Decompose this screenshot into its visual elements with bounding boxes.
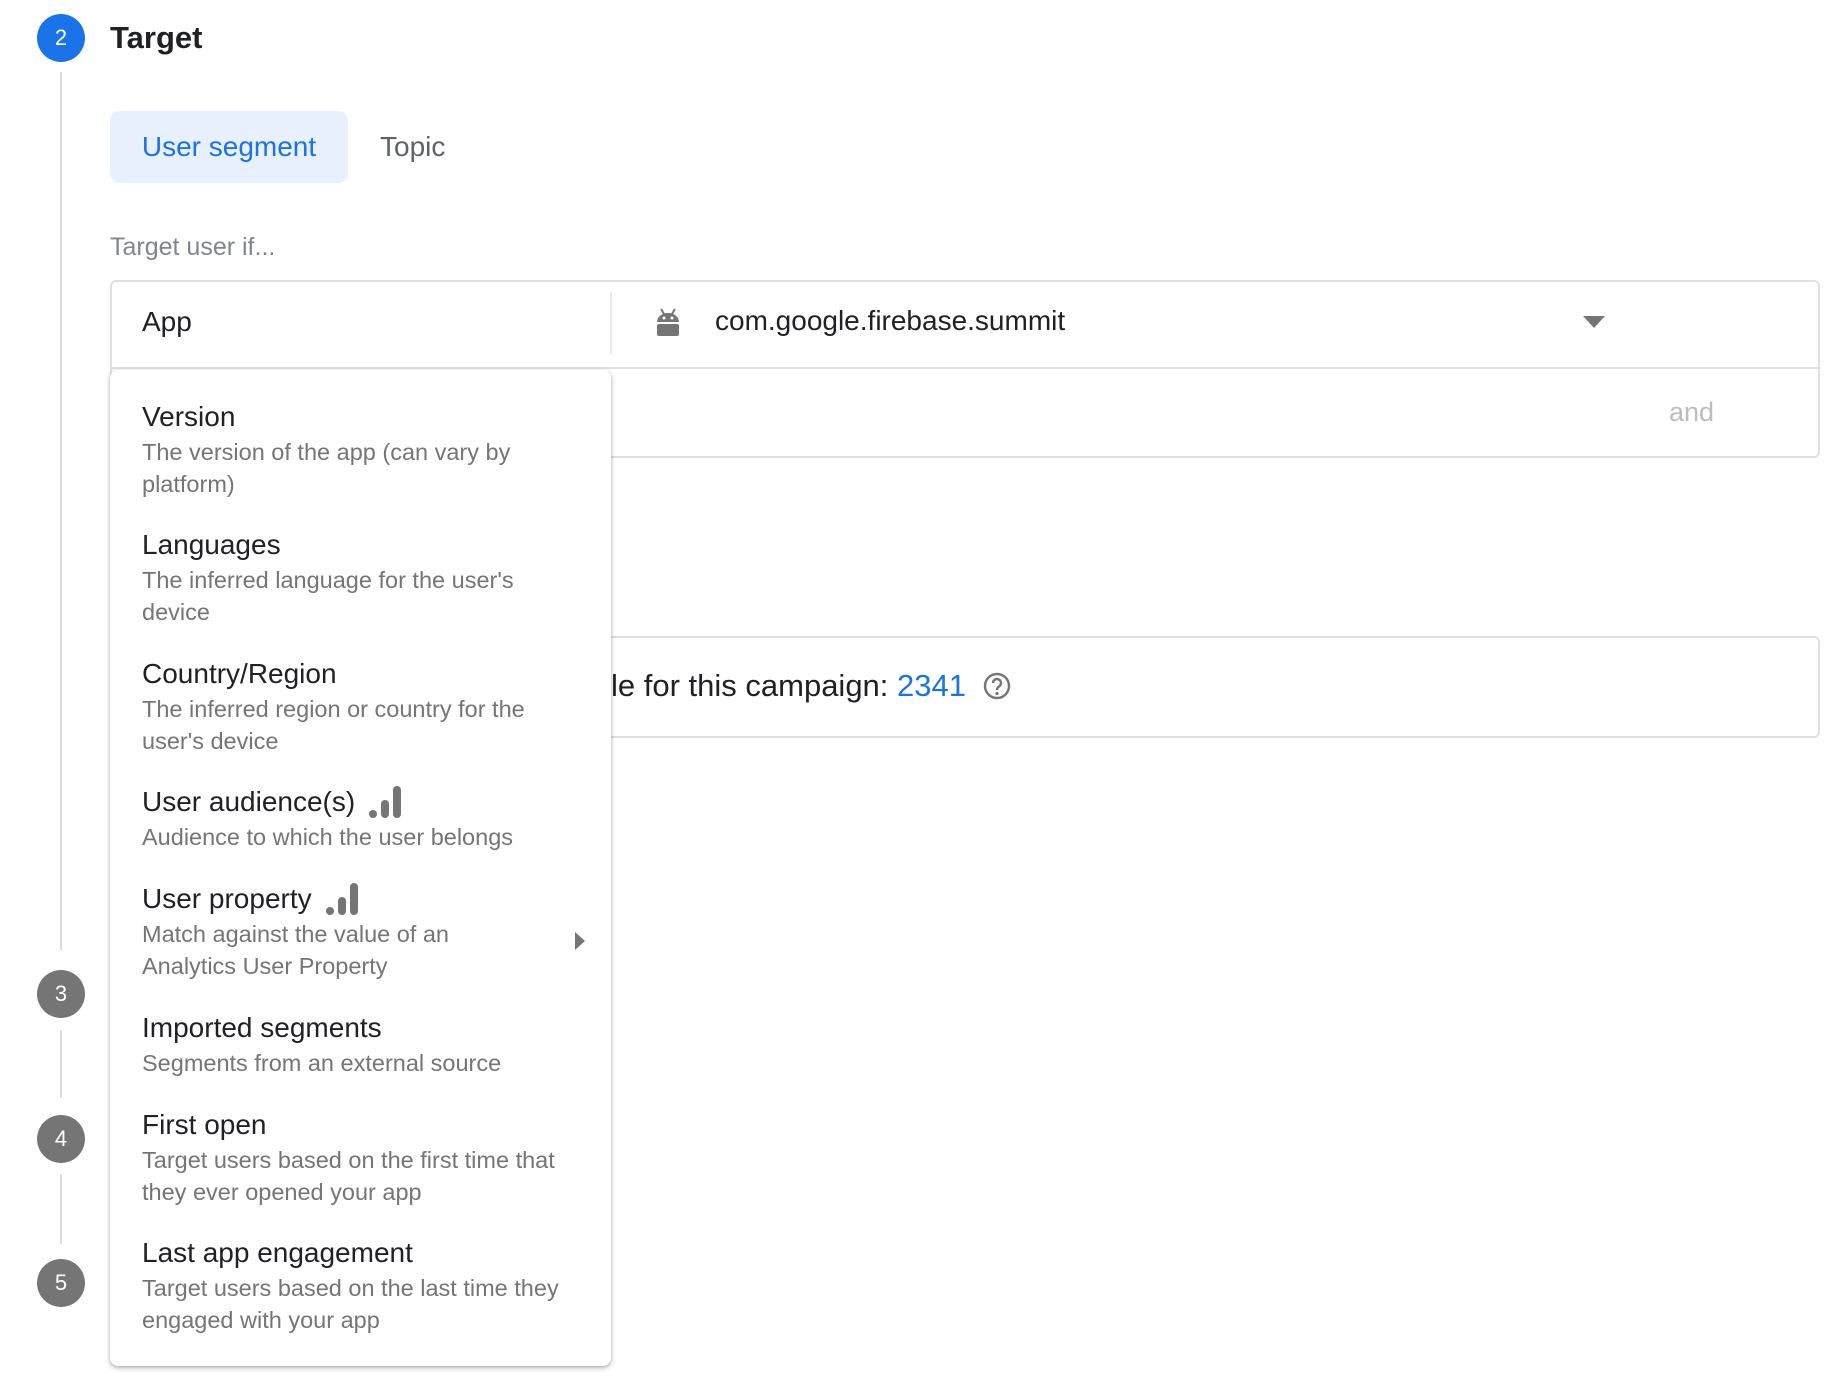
android-icon <box>657 308 679 336</box>
chevron-down-icon[interactable] <box>1583 316 1605 328</box>
menu-item-title: User audience(s) <box>142 785 582 819</box>
menu-item-description: Segments from an external source <box>142 1050 502 1076</box>
tab-user-segment[interactable]: User segment <box>110 111 348 183</box>
menu-item-title: User property <box>142 882 582 916</box>
menu-item-title: First open <box>142 1109 267 1140</box>
menu-item-languages[interactable]: Languages The inferred language for the … <box>142 528 582 628</box>
menu-item-description: Match against the value of an Analytics … <box>142 921 450 979</box>
menu-item-title: Version <box>142 401 236 432</box>
menu-item-title: Country/Region <box>142 658 337 689</box>
menu-item-title: Languages <box>142 529 281 560</box>
menu-item-first-open[interactable]: First open Target users based on the fir… <box>142 1108 582 1208</box>
divider <box>110 367 1820 369</box>
condition-type-menu: Version The version of the app (can vary… <box>110 370 611 1366</box>
stepper-line <box>60 1030 62 1098</box>
menu-item-title: Last app engagement <box>142 1237 413 1268</box>
tab-topic[interactable]: Topic <box>360 111 465 183</box>
chevron-right-icon <box>575 932 585 950</box>
menu-item-description: Target users based on the first time tha… <box>142 1147 555 1205</box>
app-select[interactable]: com.google.firebase.summit <box>715 305 1065 337</box>
menu-item-country-region[interactable]: Country/Region The inferred region or co… <box>142 657 582 757</box>
step-4-indicator[interactable]: 4 <box>37 1115 85 1163</box>
divider <box>610 292 612 354</box>
menu-item-version[interactable]: Version The version of the app (can vary… <box>142 400 582 500</box>
step-2-indicator: 2 <box>37 14 85 62</box>
step-5-indicator[interactable]: 5 <box>37 1259 85 1307</box>
section-title: Target <box>110 20 203 55</box>
analytics-icon <box>369 786 402 818</box>
and-button[interactable]: and <box>1669 397 1714 428</box>
step-3-indicator[interactable]: 3 <box>37 970 85 1018</box>
analytics-icon <box>325 883 358 915</box>
menu-item-user-property[interactable]: User property Match against the value of… <box>142 882 585 982</box>
help-circle-icon[interactable] <box>983 672 1011 700</box>
menu-item-description: The inferred region or country for the u… <box>142 696 525 754</box>
stepper-line <box>60 72 62 950</box>
menu-item-description: Audience to which the user belongs <box>142 824 514 850</box>
menu-item-last-app-engagement[interactable]: Last app engagement Target users based o… <box>142 1236 582 1336</box>
menu-item-description: Target users based on the last time they… <box>142 1275 559 1333</box>
stepper-line <box>60 1174 62 1244</box>
menu-item-imported-segments[interactable]: Imported segments Segments from an exter… <box>142 1011 582 1079</box>
reach-label: le for this campaign: <box>611 668 898 703</box>
condition-field-select[interactable]: App <box>142 306 192 338</box>
menu-item-user-audiences[interactable]: User audience(s) Audience to which the u… <box>142 785 582 853</box>
menu-item-description: The inferred language for the user's dev… <box>142 567 514 625</box>
reach-text: le for this campaign: 2341 <box>611 668 1011 704</box>
target-hint: Target user if... <box>110 233 276 261</box>
menu-item-title: Imported segments <box>142 1012 382 1043</box>
menu-item-description: The version of the app (can vary by plat… <box>142 439 511 497</box>
reach-count: 2341 <box>897 668 966 703</box>
